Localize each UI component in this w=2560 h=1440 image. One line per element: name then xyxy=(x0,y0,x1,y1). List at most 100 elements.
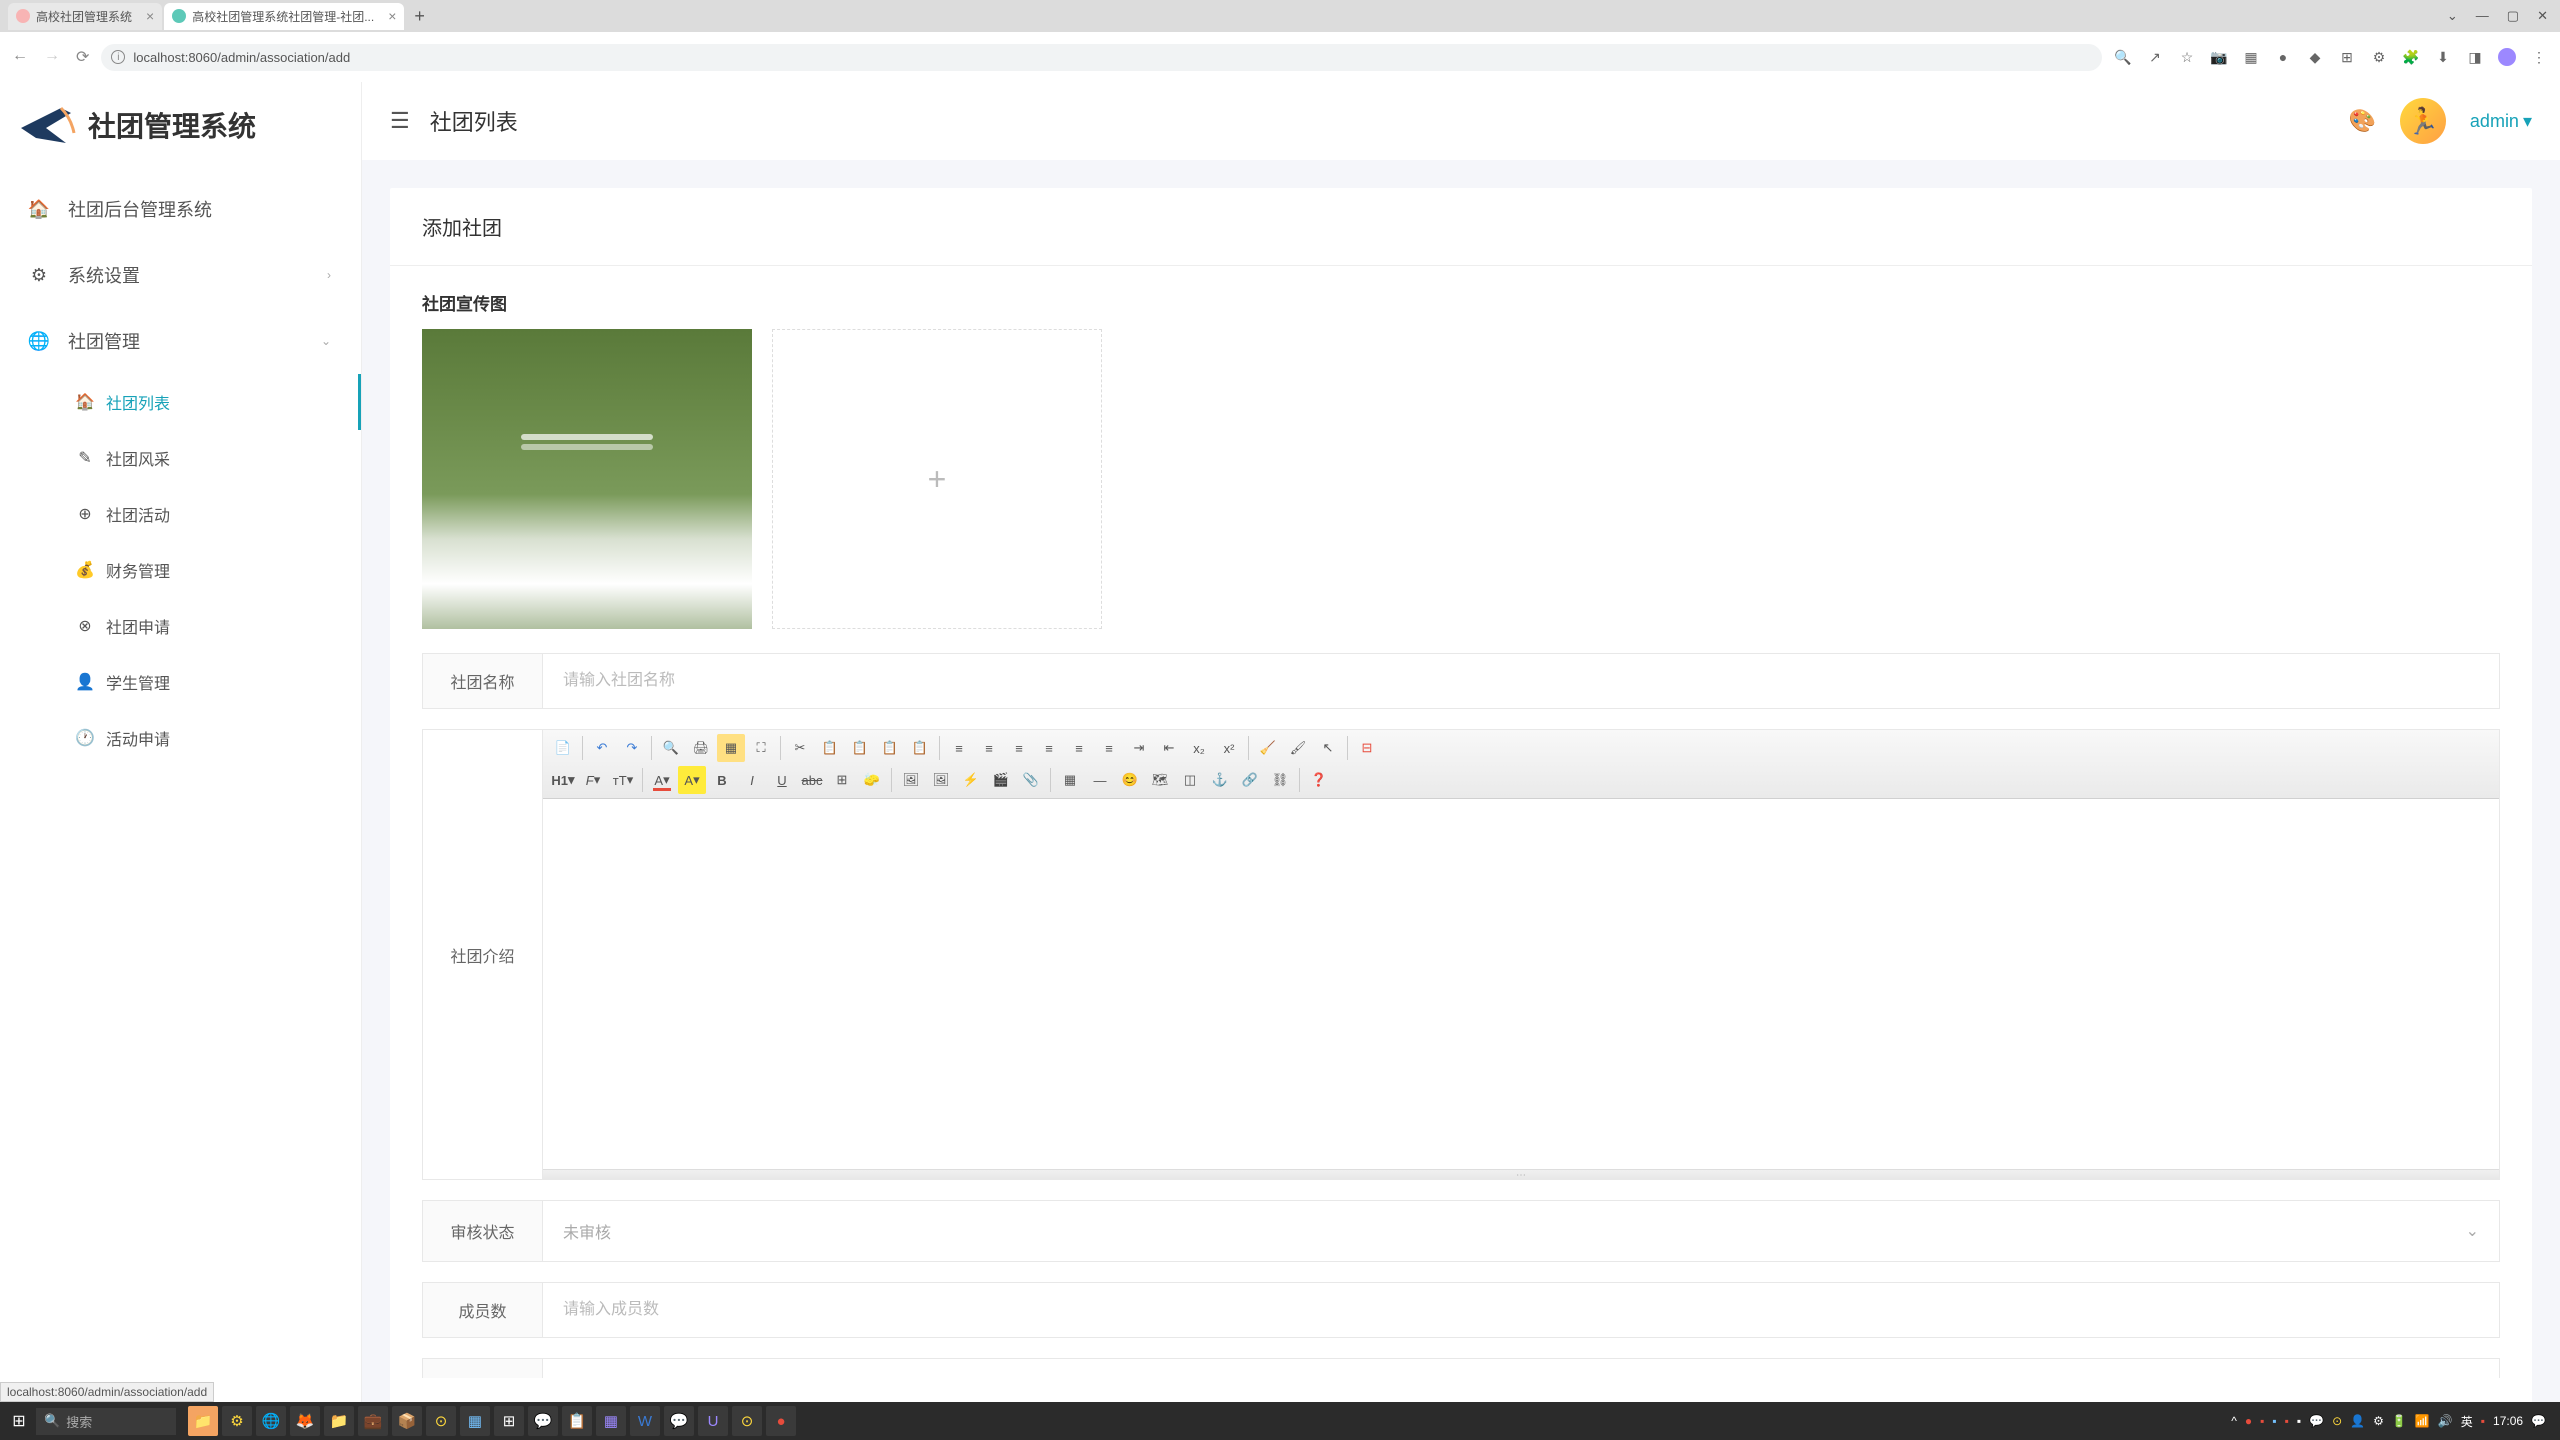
members-input[interactable] xyxy=(543,1283,2499,1337)
tray-notification-icon[interactable]: 💬 xyxy=(2531,1414,2546,1428)
nav-sub-activity-apply[interactable]: 🕐 活动申请 xyxy=(0,710,361,766)
forward-icon[interactable]: → xyxy=(44,47,60,67)
code-icon[interactable]: ◫ xyxy=(1176,766,1204,794)
font-color-dropdown[interactable]: A▾ xyxy=(648,766,676,794)
tray-up-icon[interactable]: ^ xyxy=(2231,1414,2237,1428)
attachment-icon[interactable]: 📎 xyxy=(1017,766,1045,794)
profile-avatar-icon[interactable] xyxy=(2498,48,2516,66)
outdent-icon[interactable]: ⇤ xyxy=(1155,734,1183,762)
remove-format-icon[interactable]: 🧽 xyxy=(858,766,886,794)
download-icon[interactable]: ⬇ xyxy=(2434,48,2452,66)
paste-word-icon[interactable]: 📋 xyxy=(906,734,934,762)
link-icon[interactable]: 🔗 xyxy=(1236,766,1264,794)
nav-sub-student[interactable]: 👤 学生管理 xyxy=(0,654,361,710)
emoji-icon[interactable]: 😊 xyxy=(1116,766,1144,794)
taskbar-app-icon[interactable]: 📁 xyxy=(188,1406,218,1436)
tray-time[interactable]: 17:06 xyxy=(2493,1414,2523,1428)
tray-icon[interactable]: ▪ xyxy=(2272,1414,2276,1428)
ext-icon[interactable]: ⚙ xyxy=(2370,48,2388,66)
heading-dropdown[interactable]: H1▾ xyxy=(549,766,577,794)
browser-tab-2[interactable]: 高校社团管理系统社团管理-社团... × xyxy=(164,3,404,30)
taskbar-explorer-icon[interactable]: 📁 xyxy=(324,1406,354,1436)
dropdown-icon[interactable]: ⌄ xyxy=(2447,8,2458,24)
tray-icon[interactable]: 💬 xyxy=(2309,1414,2324,1428)
taskbar-wechat-icon[interactable]: 💬 xyxy=(664,1406,694,1436)
taskbar-app-icon[interactable]: 💼 xyxy=(358,1406,388,1436)
help-icon[interactable]: ❓ xyxy=(1305,766,1333,794)
fullscreen-icon[interactable]: ⛶ xyxy=(747,734,775,762)
bg-color-dropdown[interactable]: A▾ xyxy=(678,766,706,794)
sidepanel-icon[interactable]: ◨ xyxy=(2466,48,2484,66)
editor-resize-handle[interactable]: ⋯ xyxy=(543,1169,2499,1179)
font-size-dropdown[interactable]: тT▾ xyxy=(609,766,637,794)
format-brush-icon[interactable]: 🖌 xyxy=(1284,734,1312,762)
url-input[interactable]: i localhost:8060/admin/association/add xyxy=(101,44,2102,71)
preview-icon[interactable]: 🔍 xyxy=(657,734,685,762)
tray-icon[interactable]: ▪ xyxy=(2285,1414,2289,1428)
nav-settings[interactable]: ⚙ 系统设置 › xyxy=(0,242,361,308)
hr-icon[interactable]: — xyxy=(1086,766,1114,794)
editor-canvas[interactable] xyxy=(543,799,2499,1169)
tray-icon[interactable]: ⚙ xyxy=(2373,1414,2384,1428)
start-button[interactable]: ⊞ xyxy=(6,1408,32,1434)
taskbar-app-icon[interactable]: U xyxy=(698,1406,728,1436)
indent-icon[interactable]: ⇥ xyxy=(1125,734,1153,762)
pagebreak-icon[interactable]: ⊟ xyxy=(1353,734,1381,762)
status-select[interactable]: 未审核 ⌄ xyxy=(543,1201,2499,1261)
share-icon[interactable]: ↗ xyxy=(2146,48,2164,66)
translate-icon[interactable]: ⊞ xyxy=(2338,48,2356,66)
site-info-icon[interactable]: i xyxy=(111,50,125,64)
taskbar-app-icon[interactable]: ⚙ xyxy=(222,1406,252,1436)
nav-sub-club-style[interactable]: ✎ 社团风采 xyxy=(0,430,361,486)
back-icon[interactable]: ← xyxy=(12,47,28,67)
clear-format-icon[interactable]: 🧹 xyxy=(1254,734,1282,762)
maximize-icon[interactable]: ▢ xyxy=(2507,8,2519,24)
tray-icon[interactable]: ● xyxy=(2245,1414,2252,1428)
taskbar-app-icon[interactable]: ▦ xyxy=(596,1406,626,1436)
copy-icon[interactable]: 📋 xyxy=(816,734,844,762)
nav-sub-club-list[interactable]: 🏠 社团列表 xyxy=(0,374,361,430)
menu-icon[interactable]: ⋮ xyxy=(2530,48,2548,66)
taskbar-firefox-icon[interactable]: 🦊 xyxy=(290,1406,320,1436)
media-icon[interactable]: 🎬 xyxy=(987,766,1015,794)
name-input[interactable] xyxy=(543,654,2499,708)
taskbar-search[interactable]: 🔍 搜索 xyxy=(36,1408,176,1435)
tray-icon[interactable]: 🔋 xyxy=(2392,1414,2407,1428)
table-icon[interactable]: ▦ xyxy=(1056,766,1084,794)
taskbar-app-icon[interactable]: ⊙ xyxy=(426,1406,456,1436)
taskbar-app-icon[interactable]: 📋 xyxy=(562,1406,592,1436)
tray-wifi-icon[interactable]: 📶 xyxy=(2415,1414,2430,1428)
grid-icon[interactable]: ▦ xyxy=(2242,48,2260,66)
uploaded-image[interactable] xyxy=(422,329,752,629)
char-style-icon[interactable]: ⊞ xyxy=(828,766,856,794)
align-left-icon[interactable]: ≡ xyxy=(945,734,973,762)
close-window-icon[interactable]: ✕ xyxy=(2537,8,2548,24)
tray-volume-icon[interactable]: 🔊 xyxy=(2438,1414,2453,1428)
print-icon[interactable]: 🖨 xyxy=(687,734,715,762)
subscript-icon[interactable]: x₂ xyxy=(1185,734,1213,762)
align-justify-icon[interactable]: ≡ xyxy=(1035,734,1063,762)
taskbar-app-icon[interactable]: ⊙ xyxy=(732,1406,762,1436)
tray-icon[interactable]: ▪ xyxy=(2260,1414,2264,1428)
tray-ime[interactable]: 英 xyxy=(2461,1413,2473,1430)
template-icon[interactable]: ▦ xyxy=(717,734,745,762)
tray-icon[interactable]: ▪ xyxy=(2481,1414,2485,1428)
camera-icon[interactable]: 📷 xyxy=(2210,48,2228,66)
tray-icon[interactable]: ⊙ xyxy=(2332,1414,2342,1428)
nav-sub-finance[interactable]: 💰 财务管理 xyxy=(0,542,361,598)
reload-icon[interactable]: ⟳ xyxy=(76,47,89,67)
bold-button[interactable]: B xyxy=(708,766,736,794)
undo-icon[interactable]: ↶ xyxy=(588,734,616,762)
star-icon[interactable]: ☆ xyxy=(2178,48,2196,66)
menu-toggle-icon[interactable]: ☰ xyxy=(390,108,410,134)
image-icon[interactable]: 🖼 xyxy=(897,766,925,794)
strike-button[interactable]: abc xyxy=(798,766,826,794)
underline-button[interactable]: U xyxy=(768,766,796,794)
flash-icon[interactable]: ⚡ xyxy=(957,766,985,794)
minimize-icon[interactable]: — xyxy=(2476,8,2489,24)
close-icon[interactable]: × xyxy=(388,8,396,24)
new-tab-button[interactable]: + xyxy=(406,2,433,31)
list-ol-icon[interactable]: ≡ xyxy=(1065,734,1093,762)
nav-home[interactable]: 🏠 社团后台管理系统 xyxy=(0,176,361,242)
taskbar-app-icon[interactable]: W xyxy=(630,1406,660,1436)
